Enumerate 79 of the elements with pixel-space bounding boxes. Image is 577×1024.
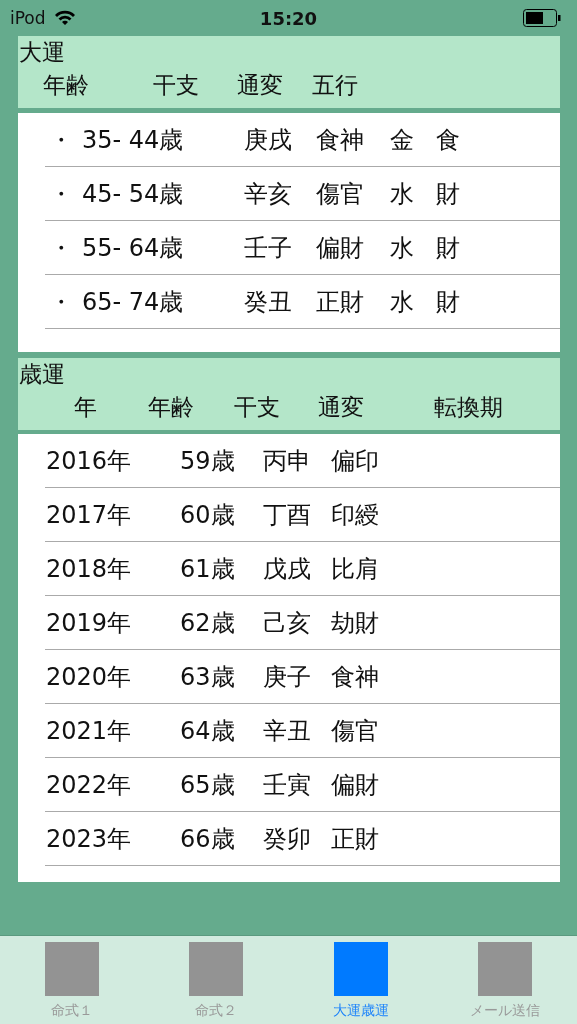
bullet: ・ xyxy=(49,232,74,264)
tab[interactable]: 命式１ xyxy=(0,936,145,1024)
age-range: 35- 44歳 xyxy=(82,124,185,156)
gogyo-cell-text: 水 xyxy=(390,232,415,264)
age-cell-text: 59歳 xyxy=(180,445,236,477)
tsuhen-cell-text: 劫財 xyxy=(331,607,379,639)
age-range: 65- 74歳 xyxy=(82,286,185,318)
tsuhen-cell-text: 正財 xyxy=(331,823,379,855)
year-cell-text: 2016年 xyxy=(46,445,133,477)
device-name: iPod xyxy=(10,8,46,28)
age-cell-text: 65歳 xyxy=(180,769,236,801)
bullet: ・ xyxy=(49,124,74,156)
column-header: 年齢 xyxy=(148,393,195,422)
kanshi-cell-text: 戊戌 xyxy=(263,553,312,585)
square-icon xyxy=(189,942,244,996)
age-cell-text: 62歳 xyxy=(180,607,236,639)
kanshi-cell-text: 庚戌 xyxy=(244,124,293,156)
kanshi-cell-text: 癸卯 xyxy=(263,823,312,855)
year-cell-text: 2020年 xyxy=(46,661,133,693)
clock-time: 15:20 xyxy=(259,7,318,29)
year-cell-text: 2018年 xyxy=(46,553,133,585)
column-header: 通変 xyxy=(318,393,365,422)
square-icon xyxy=(477,942,532,996)
square-icon xyxy=(333,942,388,996)
section-title: 歳運 xyxy=(18,360,66,389)
tab[interactable]: 大運歳運 xyxy=(288,936,433,1024)
tab[interactable]: 命式２ xyxy=(144,936,289,1024)
table-cell-text: 食 xyxy=(436,124,460,156)
table-cell-text: 財 xyxy=(436,286,460,318)
column-header: 年齢 xyxy=(43,71,90,100)
age-cell-text: 60歳 xyxy=(180,499,236,531)
age-cell-text: 61歳 xyxy=(180,553,236,585)
tsuhen-cell-text: 傷官 xyxy=(331,715,379,747)
section-title: 大運 xyxy=(18,38,66,67)
square-icon xyxy=(45,942,100,996)
tsuhen-cell-text: 食神 xyxy=(316,124,365,156)
year-cell-text: 2022年 xyxy=(46,769,133,801)
year-cell-text: 2017年 xyxy=(46,499,133,531)
bullet: ・ xyxy=(49,178,74,210)
year-cell-text: 2023年 xyxy=(46,823,133,855)
age-range: 45- 54歳 xyxy=(82,178,185,210)
tsuhen-cell-text: 正財 xyxy=(316,286,365,318)
column-header: 五行 xyxy=(312,71,358,100)
kanshi-cell-text: 辛丑 xyxy=(263,715,312,747)
year-cell-text: 2021年 xyxy=(46,715,133,747)
kanshi-cell-text: 丙申 xyxy=(263,445,312,477)
table-cell-text: 財 xyxy=(436,232,460,264)
kanshi-cell-text: 庚子 xyxy=(263,661,312,693)
gogyo-cell-text: 水 xyxy=(390,178,415,210)
kanshi-cell-text: 丁酉 xyxy=(263,499,312,531)
wifi-icon xyxy=(53,10,76,26)
column-header: 通変 xyxy=(237,71,284,100)
column-header: 干支 xyxy=(234,393,281,422)
battery-icon xyxy=(523,9,561,27)
gogyo-cell-text: 水 xyxy=(390,286,415,318)
kanshi-cell-text: 壬子 xyxy=(244,232,293,264)
table-cell-text: 財 xyxy=(436,178,460,210)
column-header: 干支 xyxy=(153,71,200,100)
tsuhen-cell-text: 偏印 xyxy=(331,445,379,477)
kanshi-cell-text: 辛亥 xyxy=(244,178,293,210)
age-cell-text: 64歳 xyxy=(180,715,236,747)
year-cell-text: 2019年 xyxy=(46,607,133,639)
tsuhen-cell-text: 傷官 xyxy=(316,178,365,210)
bullet: ・ xyxy=(49,286,74,318)
column-header: 転換期 xyxy=(434,393,503,422)
age-cell-text: 66歳 xyxy=(180,823,236,855)
kanshi-cell-text: 己亥 xyxy=(263,607,312,639)
kanshi-cell-text: 壬寅 xyxy=(263,769,312,801)
age-range: 55- 64歳 xyxy=(82,232,185,264)
gogyo-cell-text: 金 xyxy=(390,124,415,156)
tsuhen-cell-text: 比肩 xyxy=(331,553,379,585)
tsuhen-cell-text: 偏財 xyxy=(316,232,365,264)
tsuhen-cell-text: 食神 xyxy=(331,661,379,693)
column-header: 年 xyxy=(74,393,98,422)
tsuhen-cell-text: 偏財 xyxy=(331,769,379,801)
tab[interactable]: メール送信 xyxy=(432,936,577,1024)
age-cell-text: 63歳 xyxy=(180,661,236,693)
tsuhen-cell-text: 印綬 xyxy=(331,499,379,531)
kanshi-cell-text: 癸丑 xyxy=(244,286,293,318)
